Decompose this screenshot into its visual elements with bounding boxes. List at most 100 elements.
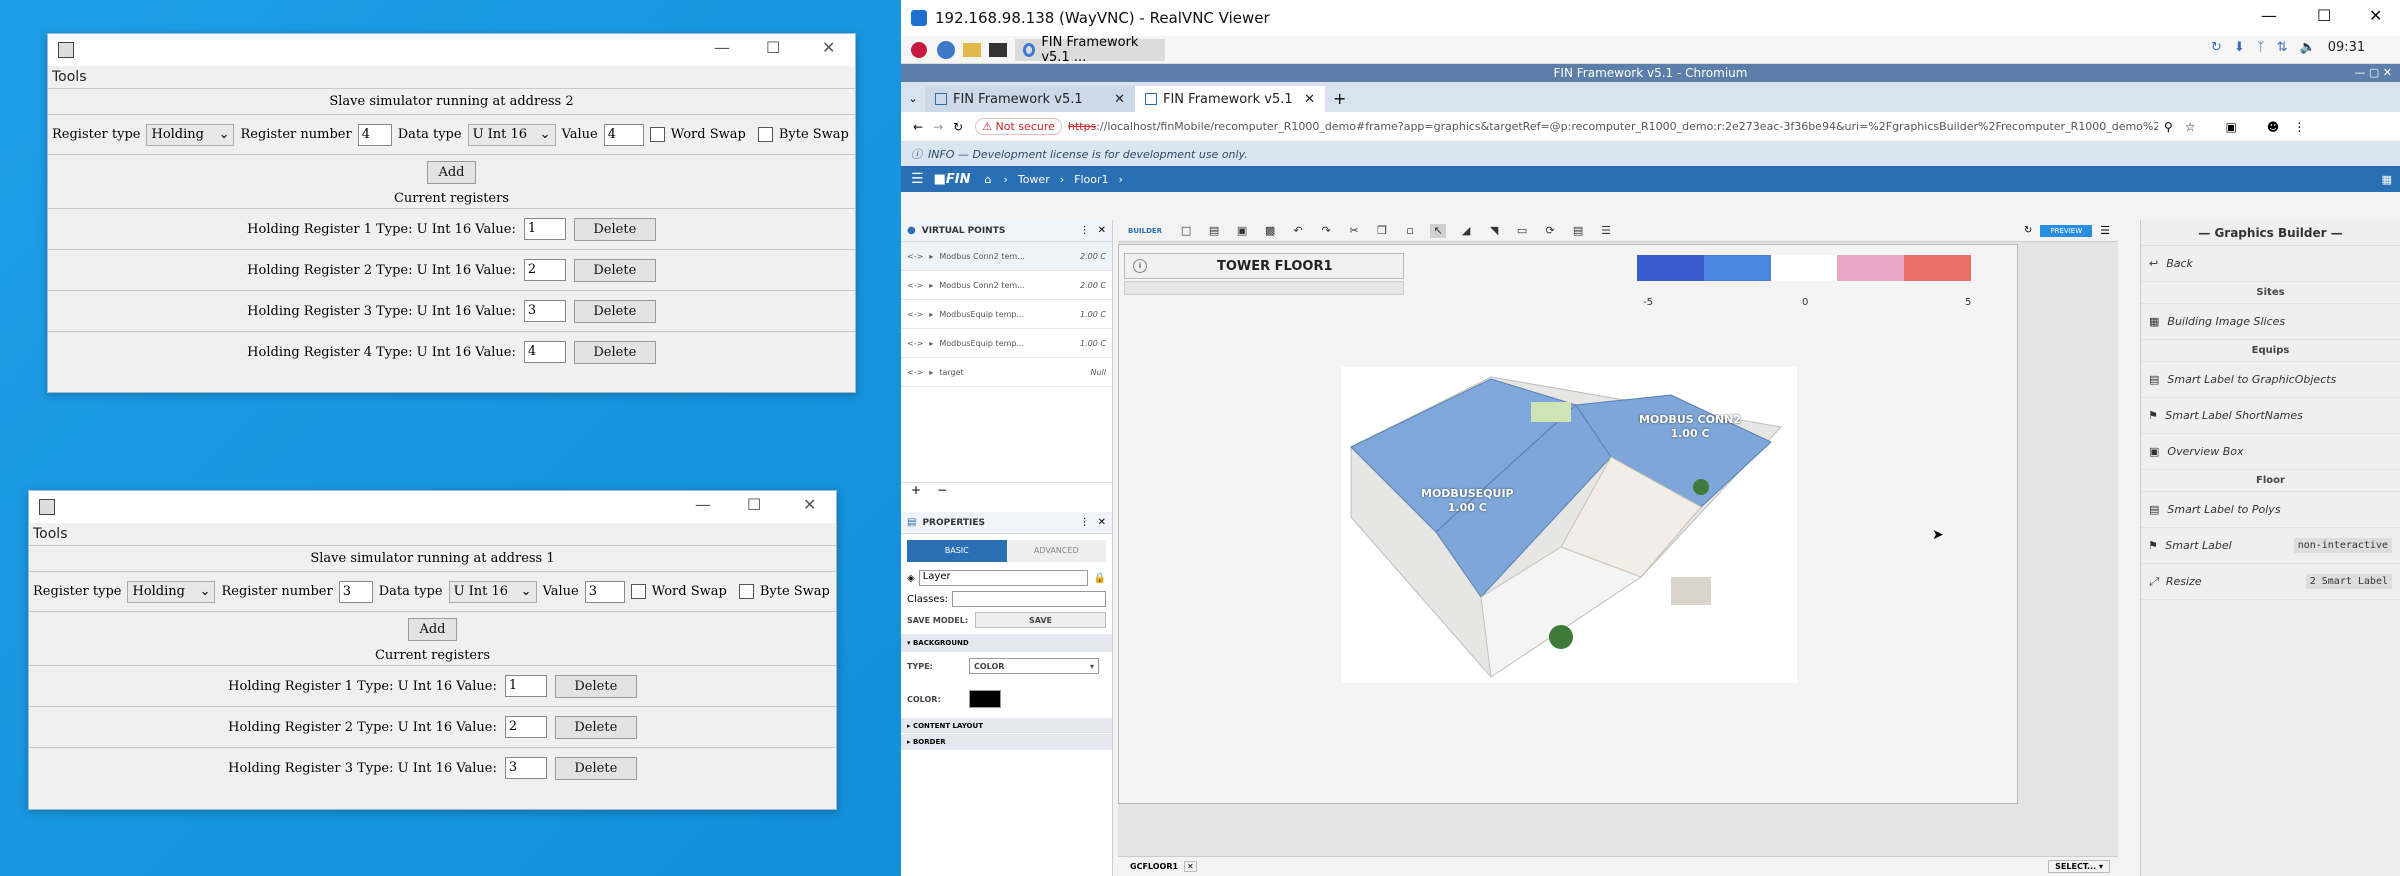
preview-button[interactable]: PREVIEW xyxy=(2040,224,2093,237)
virtual-point-row[interactable]: <-> ▸ Modbus Conn2 tem... 2.00 C xyxy=(901,271,1112,300)
zoom-icon[interactable]: ⚲ xyxy=(2164,120,2173,134)
register-value-input[interactable]: 2 xyxy=(523,259,566,281)
profile-icon[interactable]: ☻ xyxy=(2267,120,2280,134)
data-type-select[interactable]: U Int 16 ⌄ xyxy=(448,580,537,603)
lock-icon[interactable]: 🔒 xyxy=(1094,573,1106,584)
bookmark-icon[interactable]: ☆ xyxy=(2185,120,2196,134)
register-number-input[interactable]: 3 xyxy=(338,580,373,603)
new-tab-icon[interactable]: + xyxy=(1333,86,1346,112)
settings-sliders-icon[interactable]: ☰ xyxy=(1598,224,1614,238)
delete-button[interactable]: Delete xyxy=(554,756,637,780)
value-input[interactable]: 3 xyxy=(584,580,625,603)
save-button[interactable]: SAVE xyxy=(975,612,1106,628)
register-value-input[interactable]: 2 xyxy=(504,716,547,738)
gb-smart-label-go[interactable]: ▤ Smart Label to GraphicObjects xyxy=(2141,362,2400,398)
rect-tool-icon[interactable]: ▭ xyxy=(1514,224,1530,238)
type-select[interactable]: COLOR ▾ xyxy=(969,658,1099,674)
close-tab-icon[interactable]: ✕ xyxy=(1184,861,1197,872)
border-section[interactable]: ▸ BORDER xyxy=(901,734,1112,750)
home-icon[interactable]: ⌂ xyxy=(984,173,991,186)
tab-fin-1[interactable]: FIN Framework v5.1 ✕ xyxy=(925,86,1135,112)
redo-icon[interactable]: ↷ xyxy=(1318,224,1334,238)
value-input[interactable]: 4 xyxy=(603,123,644,146)
bluetooth-icon[interactable]: ᛉ xyxy=(2257,40,2265,55)
minimize-icon[interactable]: — xyxy=(695,495,711,514)
register-value-input[interactable]: 1 xyxy=(523,218,566,240)
add-button[interactable]: Add xyxy=(408,618,457,641)
expand-icon[interactable]: ▸ xyxy=(929,281,933,290)
gb-overview-box[interactable]: ▣ Overview Box xyxy=(2141,434,2400,470)
panel-menu-icon[interactable]: ⋮ xyxy=(1080,225,1090,236)
not-secure-badge[interactable]: ⚠ Not secure xyxy=(975,118,1062,135)
copy-icon[interactable]: ❐ xyxy=(1374,224,1390,238)
new-file-icon[interactable]: □ xyxy=(1178,224,1194,238)
content-layout-section[interactable]: ▸ CONTENT LAYOUT xyxy=(901,718,1112,734)
minimize-icon[interactable]: — xyxy=(2261,6,2277,25)
gb-smart-label-polys[interactable]: ▤ Smart Label to Polys xyxy=(2141,492,2400,528)
virtual-point-row[interactable]: <-> ▸ ModbusEquip temp... 1.00 C xyxy=(901,300,1112,329)
word-swap-checkbox[interactable] xyxy=(630,584,646,599)
register-number-input[interactable]: 4 xyxy=(357,123,392,146)
byte-swap-checkbox[interactable] xyxy=(738,584,754,599)
close-icon[interactable]: ✕ xyxy=(2369,6,2382,25)
expand-icon[interactable]: ▸ xyxy=(929,339,933,348)
panel-close-icon[interactable]: ✕ xyxy=(1098,225,1106,236)
select-tool-icon[interactable]: ↖ xyxy=(1430,223,1447,238)
expand-icon[interactable]: ▸ xyxy=(929,252,933,261)
save-as-icon[interactable]: ▩ xyxy=(1262,224,1278,238)
panel-menu-icon[interactable]: ⋮ xyxy=(1080,517,1090,528)
delete-button[interactable]: Delete xyxy=(573,299,656,323)
smart-label-equip[interactable]: MODBUSEQUIP 1.00 C xyxy=(1421,487,1514,515)
minimize-icon[interactable]: — xyxy=(714,38,730,57)
rotate-tool-icon[interactable]: ⟳ xyxy=(1542,224,1558,238)
delete-button[interactable]: Delete xyxy=(573,258,656,282)
close-icon[interactable]: ✕ xyxy=(803,495,816,514)
open-folder-icon[interactable]: ▤ xyxy=(1206,224,1222,238)
maximize-icon[interactable]: ☐ xyxy=(2317,6,2331,25)
gb-smart-label-short[interactable]: ⚑ Smart Label ShortNames xyxy=(2141,398,2400,434)
word-swap-checkbox[interactable] xyxy=(649,127,665,142)
download-icon[interactable]: ⬇ xyxy=(2234,40,2245,55)
cut-icon[interactable]: ✂ xyxy=(1346,224,1362,238)
breadcrumb-floor1[interactable]: Floor1 xyxy=(1074,173,1108,186)
color-swatch[interactable] xyxy=(969,690,1001,708)
virtual-point-row[interactable]: <-> ▸ target Null xyxy=(901,358,1112,387)
layers-icon[interactable]: ▤ xyxy=(1570,224,1586,238)
remove-point-icon[interactable]: − xyxy=(937,483,947,497)
tab-fin-2[interactable]: FIN Framework v5.1 ✕ xyxy=(1135,86,1325,112)
menu-tools[interactable]: Tools xyxy=(29,523,836,545)
floor-plan-image[interactable]: MODBUS CONN2 1.00 C MODBUSEQUIP 1.00 C xyxy=(1341,367,1797,683)
virtual-point-row[interactable]: <-> ▸ ModbusEquip temp... 1.00 C xyxy=(901,329,1112,358)
extensions-icon[interactable]: ▣ xyxy=(2225,120,2236,134)
tab-list-icon[interactable]: ⌄ xyxy=(901,86,925,112)
forward-icon[interactable]: → xyxy=(933,120,943,134)
add-button[interactable]: Add xyxy=(427,161,476,184)
undo-icon[interactable]: ↶ xyxy=(1290,224,1306,238)
select-dropdown[interactable]: SELECT... ▾ xyxy=(2048,860,2110,873)
expand-icon[interactable]: ▸ xyxy=(929,368,933,377)
close-icon[interactable]: ✕ xyxy=(822,38,835,57)
browser-icon[interactable] xyxy=(937,40,955,59)
bottom-tab[interactable]: GCFLOOR1 xyxy=(1130,862,1178,871)
register-value-input[interactable]: 1 xyxy=(504,675,547,697)
graphic-canvas[interactable]: i TOWER FLOOR1 -5 0 5 MODBUS CONN2 1.00 … xyxy=(1118,244,2018,804)
register-value-input[interactable]: 3 xyxy=(523,300,566,322)
terminal-icon[interactable] xyxy=(989,42,1007,57)
register-value-input[interactable]: 4 xyxy=(523,341,566,363)
delete-button[interactable]: Delete xyxy=(573,217,656,241)
apps-grid-icon[interactable]: ▦ xyxy=(2382,173,2392,186)
hamburger-icon[interactable]: ☰ xyxy=(911,171,924,187)
byte-swap-checkbox[interactable] xyxy=(757,127,773,142)
builder-menu-icon[interactable]: ☰ xyxy=(2100,224,2110,237)
tab-advanced[interactable]: ADVANCED xyxy=(1006,540,1106,562)
data-type-select[interactable]: U Int 16 ⌄ xyxy=(467,123,556,146)
gb-back[interactable]: ↩ Back xyxy=(2141,246,2400,282)
register-type-select[interactable]: Holding ⌄ xyxy=(146,123,235,146)
panel-close-icon[interactable]: ✕ xyxy=(1098,517,1106,528)
window-controls[interactable]: — ▢ ✕ xyxy=(2354,64,2392,82)
add-point-icon[interactable]: + xyxy=(911,483,921,497)
layer-input[interactable]: Layer xyxy=(918,570,1088,586)
register-value-input[interactable]: 3 xyxy=(504,757,547,779)
classes-input[interactable] xyxy=(952,591,1106,607)
expand-icon[interactable]: ▸ xyxy=(929,310,933,319)
